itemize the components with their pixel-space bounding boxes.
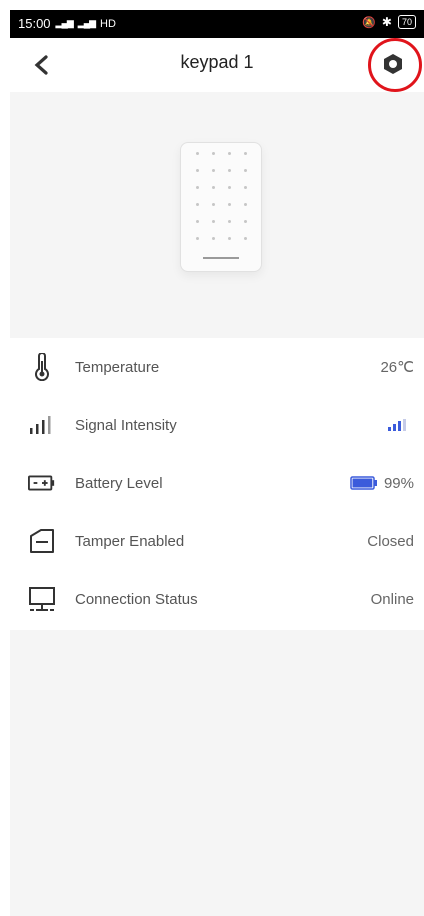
detail-row-temperature: Temperature 26℃ (10, 338, 424, 396)
battery-value: 99% (383, 474, 414, 492)
detail-row-tamper: Tamper Enabled Closed (10, 512, 424, 570)
keypad-key (211, 186, 215, 189)
temperature-value: 26℃ (380, 359, 414, 376)
bluetooth-icon: ✱ (381, 15, 392, 29)
keypad-key (227, 186, 231, 189)
nav-bar: keypad 1 (10, 38, 424, 92)
keypad-key (243, 237, 247, 240)
keypad-key (211, 220, 215, 223)
detail-row-battery: Battery Level 99% (10, 454, 424, 512)
keypad-key (211, 169, 215, 172)
battery-label: Battery Level (75, 474, 163, 492)
keypad-key (243, 169, 247, 172)
keypad-illustration (180, 142, 262, 272)
cellular-signal-1-icon: ▂▄▆ (55, 18, 74, 28)
app-frame: 15:00 ▂▄▆ ▂▄▆ HD 🔕 ✱ 70 keypad 1 Tempera… (10, 10, 424, 916)
keypad-key (243, 152, 247, 155)
tamper-value: Closed (367, 532, 414, 550)
keypad-key (195, 237, 199, 240)
keypad-key (243, 220, 247, 223)
signal-strength-value (388, 419, 406, 431)
keypad-keys (189, 152, 253, 240)
details-list: Temperature 26℃ Signal Intensity Battery… (10, 338, 424, 630)
page-title: keypad 1 (180, 52, 254, 72)
keypad-key (227, 220, 231, 223)
mute-icon: 🔕 (362, 16, 376, 29)
keypad-key (227, 237, 231, 240)
signal-label: Signal Intensity (75, 416, 177, 434)
keypad-key (227, 169, 231, 172)
keypad-key (243, 203, 247, 206)
status-right: 🔕 ✱ 70 (362, 15, 416, 29)
status-time: 15:00 (18, 16, 51, 31)
brand-logo (203, 257, 239, 259)
temperature-label: Temperature (75, 358, 160, 376)
battery-icon (28, 469, 56, 497)
keypad-key (243, 186, 247, 189)
tamper-icon (28, 527, 56, 555)
detail-row-connection: Connection Status Online (10, 570, 424, 628)
detail-row-signal: Signal Intensity (10, 396, 424, 454)
keypad-key (211, 152, 215, 155)
signal-strength-icon (388, 419, 406, 431)
signal-bars-icon (28, 411, 56, 439)
cellular-signal-2-icon: ▂▄▆ (77, 18, 96, 28)
network-label: HD (100, 17, 116, 30)
keypad-key (195, 152, 199, 155)
keypad-key (195, 220, 199, 223)
keypad-key (195, 169, 199, 172)
keypad-key (195, 203, 199, 206)
highlight-circle (368, 38, 422, 92)
connection-value: Online (370, 590, 414, 608)
battery-value-wrap: 99% (350, 475, 414, 492)
connection-label: Connection Status (75, 590, 198, 608)
keypad-key (211, 203, 215, 206)
device-hero (10, 92, 424, 338)
thermometer-icon (28, 353, 56, 381)
keypad-key (227, 203, 231, 206)
status-left: 15:00 ▂▄▆ ▂▄▆ HD (18, 16, 116, 31)
keypad-key (211, 237, 215, 240)
tamper-label: Tamper Enabled (75, 532, 185, 550)
battery-level-icon (350, 476, 377, 490)
keypad-key (227, 152, 231, 155)
monitor-icon (28, 585, 56, 613)
battery-status-icon: 70 (397, 15, 416, 29)
keypad-key (195, 186, 199, 189)
status-bar: 15:00 ▂▄▆ ▂▄▆ HD 🔕 ✱ 70 (10, 10, 424, 38)
